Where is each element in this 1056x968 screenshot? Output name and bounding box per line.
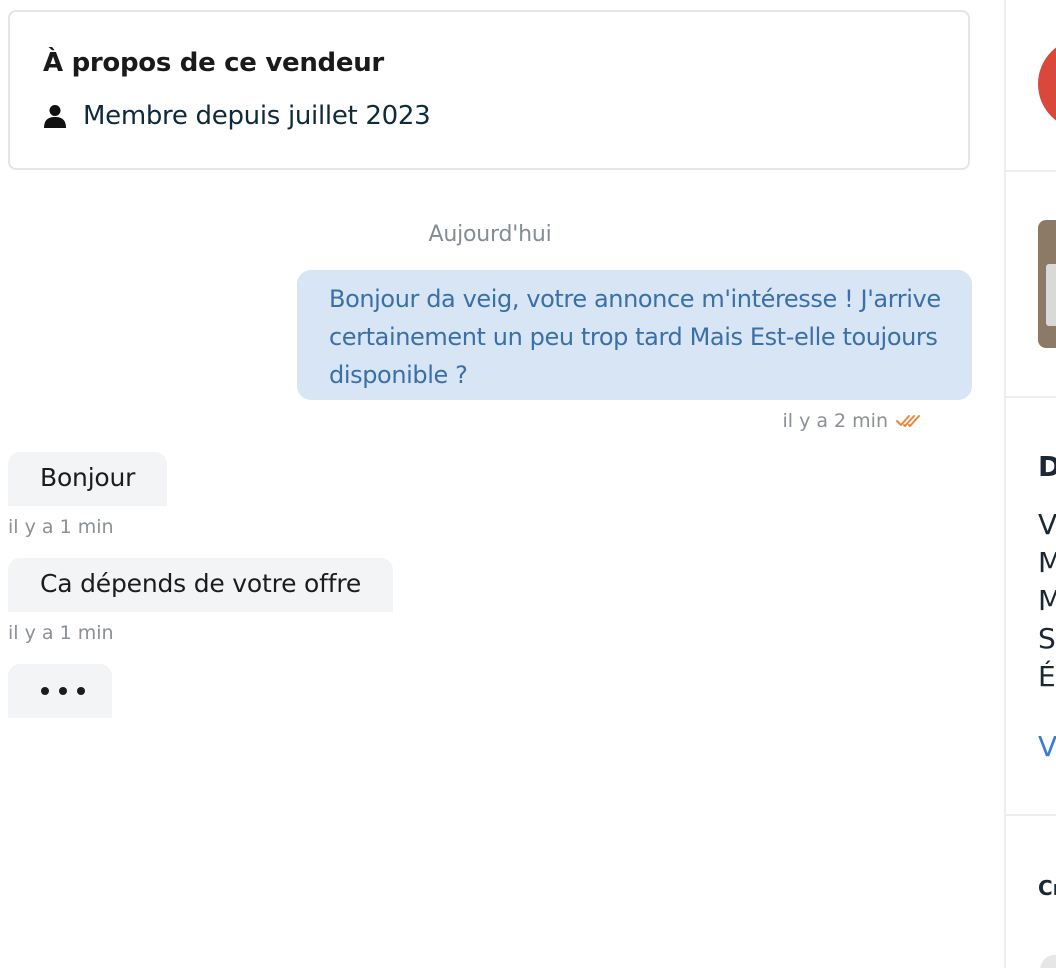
- details-link[interactable]: V: [1038, 730, 1056, 763]
- details-item: S: [1038, 622, 1056, 655]
- typing-indicator: [8, 664, 112, 718]
- date-separator: Aujourd'hui: [428, 222, 552, 247]
- typing-dot: [41, 687, 49, 695]
- typing-dot: [59, 687, 67, 695]
- details-heading: D: [1038, 450, 1056, 483]
- message-timestamp: il y a 1 min: [8, 516, 114, 538]
- outgoing-message-meta: il y a 2 min: [782, 410, 920, 432]
- double-check-icon: [888, 413, 920, 429]
- outgoing-message-bubble: Bonjour da veig, votre annonce m'intéres…: [297, 270, 972, 400]
- typing-dot: [77, 687, 85, 695]
- side-panel: D V M M S É V Cr: [1006, 0, 1056, 968]
- divider: [1006, 814, 1056, 816]
- avatar[interactable]: [1040, 955, 1056, 968]
- seller-card-title: À propos de ce vendeur: [43, 48, 384, 78]
- incoming-message-bubble: Ca dépends de votre offre: [8, 558, 394, 612]
- section-heading: Cr: [1038, 876, 1056, 900]
- member-since-text: Membre depuis juillet 2023: [83, 101, 431, 131]
- divider: [1006, 396, 1056, 398]
- details-item: M: [1038, 546, 1056, 579]
- listing-thumbnail[interactable]: [1038, 220, 1056, 348]
- details-item: M: [1038, 584, 1056, 617]
- incoming-message-bubble: Bonjour: [8, 452, 168, 506]
- chat-panel: À propos de ce vendeur Membre depuis jui…: [0, 0, 1004, 968]
- message-timestamp: il y a 1 min: [8, 622, 114, 644]
- member-since-row: Membre depuis juillet 2023: [43, 101, 431, 131]
- seller-avatar[interactable]: [1038, 38, 1056, 130]
- seller-info-card: À propos de ce vendeur Membre depuis jui…: [8, 10, 970, 170]
- details-item: É: [1038, 660, 1056, 693]
- details-item: V: [1038, 508, 1056, 541]
- message-timestamp: il y a 2 min: [782, 410, 888, 432]
- divider: [1006, 170, 1056, 172]
- user-icon: [43, 104, 67, 128]
